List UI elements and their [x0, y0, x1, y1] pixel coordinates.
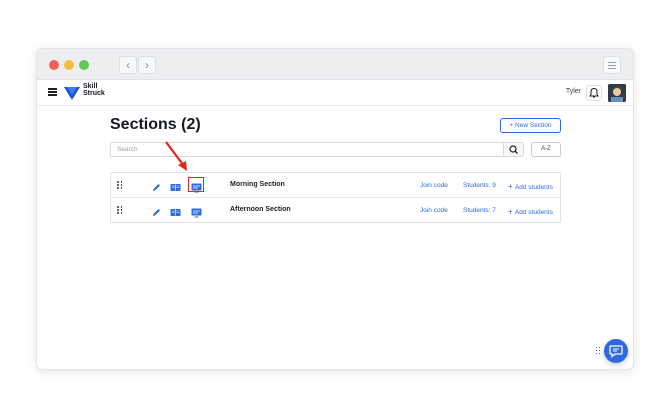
app-header: Skill Struck Tyler	[37, 80, 633, 106]
browser-menu-icon[interactable]	[603, 56, 621, 74]
close-window-button[interactable]	[49, 60, 59, 70]
search-input[interactable]	[111, 143, 503, 156]
join-code-link[interactable]: Join code	[420, 207, 448, 214]
minimize-window-button[interactable]	[64, 60, 74, 70]
students-link[interactable]: Students: 7	[463, 207, 496, 214]
skillstruck-logo-mark-icon	[64, 87, 80, 100]
hamburger-icon[interactable]	[48, 88, 57, 96]
new-section-label: New Section	[515, 122, 552, 129]
students-link[interactable]: Students: 9	[463, 182, 496, 189]
sections-list: Morning Section Join code Students: 9 + …	[110, 172, 561, 223]
drag-handle-icon[interactable]	[117, 181, 123, 189]
add-students-button[interactable]: + Add students	[508, 182, 553, 191]
add-students-button[interactable]: + Add students	[508, 207, 553, 216]
search-icon	[509, 145, 518, 154]
back-button[interactable]: ‹	[119, 56, 137, 74]
avatar[interactable]	[608, 84, 626, 102]
logo-line1: Skill	[83, 83, 98, 90]
book-icon[interactable]	[170, 205, 181, 216]
browser-window: ‹ › Skill Struck Tyler Sections (2) + Ne…	[36, 48, 634, 370]
chat-icon	[609, 345, 623, 358]
bell-icon	[589, 87, 599, 98]
notifications-button[interactable]	[586, 85, 602, 101]
section-row-morning: Morning Section Join code Students: 9 + …	[111, 173, 560, 198]
section-row-afternoon: Afternoon Section Join code Students: 7 …	[111, 198, 560, 223]
edit-pencil-icon[interactable]	[151, 205, 162, 216]
join-code-link[interactable]: Join code	[420, 182, 448, 189]
sort-az-button[interactable]: A-Z	[531, 142, 561, 157]
user-name[interactable]: Tyler	[566, 88, 581, 95]
maximize-window-button[interactable]	[79, 60, 89, 70]
page-title: Sections (2)	[110, 116, 201, 133]
section-name[interactable]: Morning Section	[230, 181, 285, 188]
section-name[interactable]: Afternoon Section	[230, 206, 291, 213]
avatar-image-icon	[608, 84, 626, 102]
search-button[interactable]	[503, 143, 523, 156]
plus-icon: +	[508, 207, 515, 216]
search-bar	[110, 142, 524, 157]
add-students-label: Add students	[514, 184, 553, 191]
edit-pencil-icon[interactable]	[151, 180, 162, 191]
add-students-label: Add students	[514, 209, 553, 216]
logo-line2: Struck	[83, 90, 105, 97]
drag-handle-icon[interactable]	[596, 347, 601, 355]
drag-handle-icon[interactable]	[117, 206, 123, 214]
logo-wordmark: Skill Struck	[83, 83, 105, 97]
highlight-box	[188, 177, 204, 192]
new-section-button[interactable]: + New Section	[500, 118, 561, 133]
screen-icon[interactable]	[191, 205, 202, 218]
plus-icon: +	[508, 182, 515, 191]
title-bar: ‹ ›	[37, 49, 633, 80]
forward-button[interactable]: ›	[138, 56, 156, 74]
chat-button[interactable]	[604, 339, 628, 363]
book-icon[interactable]	[170, 180, 181, 191]
